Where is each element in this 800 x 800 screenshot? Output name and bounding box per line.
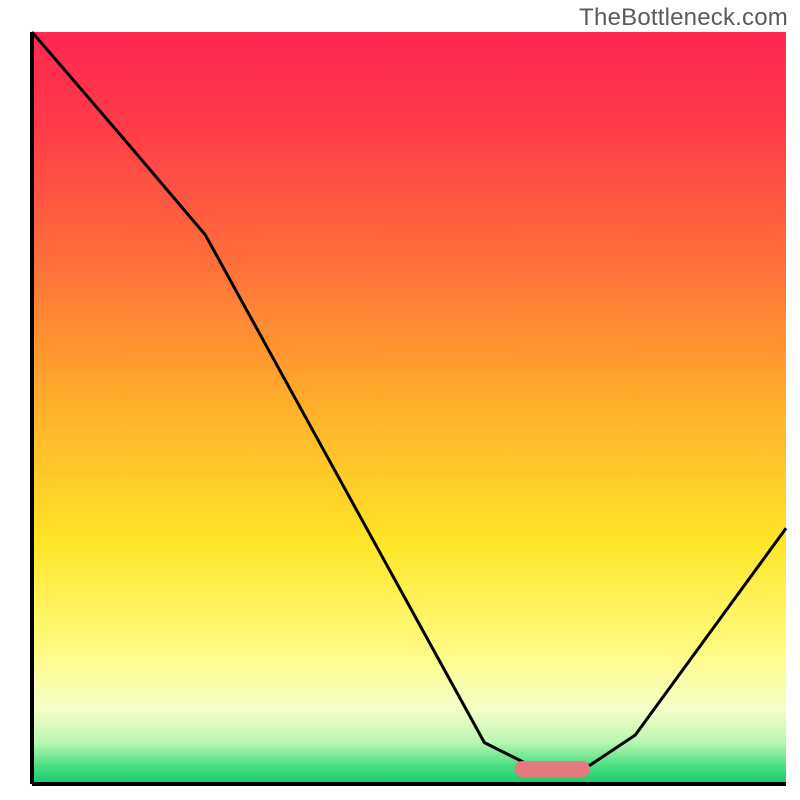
optimal-marker bbox=[515, 761, 590, 777]
chart-frame: TheBottleneck.com bbox=[0, 0, 800, 800]
bottleneck-chart bbox=[0, 0, 800, 800]
gradient-background bbox=[32, 32, 786, 784]
watermark-text: TheBottleneck.com bbox=[579, 4, 788, 32]
